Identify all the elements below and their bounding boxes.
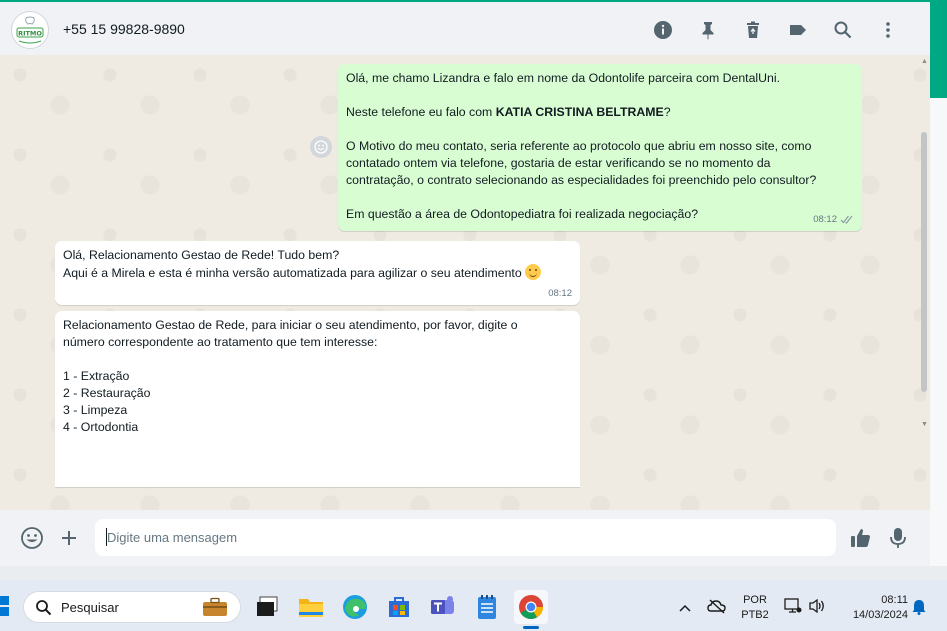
thumbs-up-icon[interactable] [848,525,874,551]
windows-start-icon[interactable] [0,596,10,616]
message-text-bold: KATIA CRISTINA BELTRAME [495,105,664,119]
contact-avatar[interactable]: RITMO [11,11,49,49]
microphone-icon[interactable] [885,525,911,551]
message-input[interactable] [95,519,836,556]
language-line-2: PTB2 [741,609,769,621]
chat-header: RITMO +55 15 99828-9890 [0,0,930,55]
message-text-part: Aqui é a Mirela e esta é minha versão au… [63,266,522,280]
onedrive-sync-icon[interactable] [707,598,727,619]
whatsapp-web-window: RITMO +55 15 99828-9890 Olá, me chamo Li… [0,0,947,631]
chevron-up-icon[interactable] [678,600,692,618]
language-indicator[interactable]: POR PTB2 [738,593,772,623]
react-emoji-icon[interactable] [310,136,332,158]
header-actions [640,17,910,43]
message-incoming[interactable]: Relacionamento Gestao de Rede, para inic… [55,311,580,487]
taskbar-search[interactable]: Pesquisar [23,591,241,623]
network-icon[interactable] [784,598,802,619]
double-check-icon [840,215,853,224]
text-cursor [106,528,107,546]
search-icon [36,600,52,616]
label-icon[interactable] [775,17,820,43]
message-text: Relacionamento Gestao de Rede, para inic… [63,318,518,349]
chrome-icon[interactable] [514,590,548,624]
composer-bar [0,510,930,566]
search-icon[interactable] [820,17,865,43]
chat-scrollbar-thumb[interactable] [921,132,927,392]
info-icon[interactable] [640,17,685,43]
list-item: 3 - Limpeza [63,403,128,417]
briefcase-icon [203,597,227,616]
message-time: 08:12 [548,288,572,299]
message-meta: 08:12 [548,285,572,302]
message-text-part: Neste telefone eu falo com [346,105,496,119]
message-time: 08:12 [813,214,837,225]
delete-icon[interactable] [730,17,775,43]
clock-date: 14/03/2024 [852,609,908,621]
chat-panel: Olá, me chamo Lizandra e falo em nome da… [0,55,930,510]
message-text: Olá, me chamo Lizandra e falo em nome da… [346,71,781,85]
list-item: 1 - Extração [63,369,130,383]
message-meta: 08:12 [813,211,854,228]
message-incoming[interactable]: Olá, Relacionamento Gestao de Rede! Tudo… [55,241,580,305]
message-text: Neste telefone eu falo com KATIA CRISTIN… [346,104,852,121]
volume-icon[interactable] [808,598,826,619]
message-text: O Motivo do meu contato, seria referente… [346,139,817,187]
teams-icon[interactable] [428,592,458,622]
language-line-1: POR [743,594,767,606]
list-item: 2 - Restauração [63,386,151,400]
ritmo-logo: RITMO [14,14,46,46]
contact-name[interactable]: +55 15 99828-9890 [63,21,185,37]
message-text-part: ? [663,105,671,119]
store-icon[interactable] [384,592,414,622]
avatar-logo-text: RITMO [18,30,42,38]
active-app-indicator [523,626,539,629]
window-bottom-border [0,566,947,580]
file-explorer-icon[interactable] [296,592,326,622]
emoji-icon[interactable] [19,525,45,551]
menu-icon[interactable] [865,17,910,43]
taskbar-search-label: Pesquisar [61,600,119,615]
message-text: Em questão a área de Odontopediatra foi … [346,207,699,221]
scroll-up-arrow[interactable]: ▲ [921,58,928,65]
system-clock[interactable]: 08:11 14/03/2024 [838,593,908,623]
notification-bell-icon[interactable] [912,599,926,620]
clock-time: 08:11 [881,594,908,606]
plus-icon[interactable] [56,525,82,551]
pin-icon[interactable] [685,17,730,43]
list-item: 4 - Ortodontia [63,420,139,434]
edge-icon[interactable] [340,592,370,622]
scroll-down-arrow[interactable]: ▼ [921,421,928,428]
message-text: Olá, Relacionamento Gestao de Rede! Tudo… [63,248,340,262]
hugging-face-emoji [525,264,542,280]
accent-strip [930,0,947,98]
message-outgoing[interactable]: Olá, me chamo Lizandra e falo em nome da… [338,64,862,231]
notepad-icon[interactable] [472,592,502,622]
task-view-icon[interactable] [252,592,282,622]
message-text: Aqui é a Mirela e esta é minha versão au… [63,264,570,282]
